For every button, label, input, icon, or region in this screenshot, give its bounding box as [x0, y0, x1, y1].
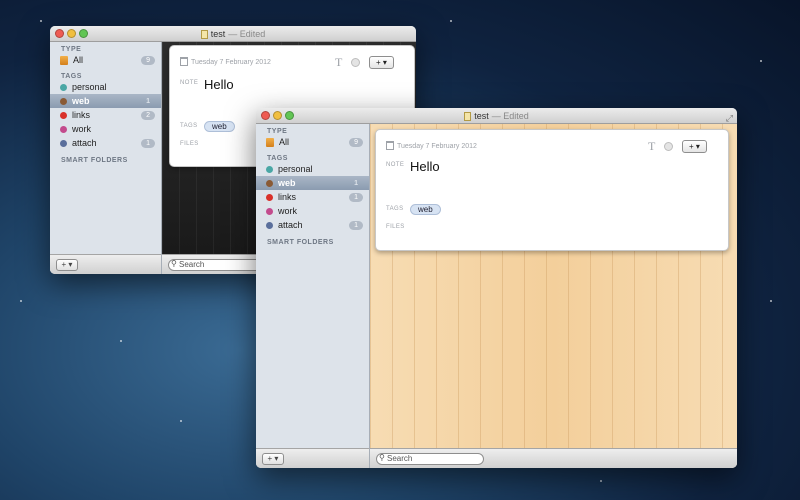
files-label: FILES — [386, 224, 405, 230]
front-titlebar[interactable]: test — Edited ⤢ — [256, 108, 737, 124]
color-icon[interactable] — [664, 142, 673, 151]
zoom-button[interactable] — [285, 111, 294, 120]
add-button[interactable]: + ▾ — [56, 259, 78, 271]
count-badge: 1 — [141, 138, 155, 148]
window-title: test — Edited — [200, 26, 265, 42]
star — [450, 20, 452, 22]
sidebar-item-web[interactable]: web 1 — [50, 94, 161, 108]
note-label: NOTE — [180, 80, 199, 86]
note-label: NOTE — [386, 162, 405, 168]
close-button[interactable] — [261, 111, 270, 120]
count-badge: 9 — [349, 137, 363, 147]
back-titlebar[interactable]: test — Edited — [50, 26, 416, 42]
minimize-button[interactable] — [67, 29, 76, 38]
text-format-icon[interactable]: T — [335, 55, 342, 70]
sidebar-item-web[interactable]: web 1 — [256, 176, 369, 190]
tag-color-icon — [60, 111, 67, 119]
calendar-icon — [386, 141, 394, 150]
note-text[interactable]: Hello — [410, 159, 440, 174]
back-sidebar: TYPE All 9 TAGS personal web 1 links 2 w… — [50, 42, 162, 274]
star — [770, 300, 772, 302]
tags-header: TAGS — [267, 155, 288, 162]
minimize-button[interactable] — [273, 111, 282, 120]
color-icon[interactable] — [351, 58, 360, 67]
star — [20, 300, 22, 302]
sidebar-footer: + ▾ — [256, 448, 369, 468]
search-icon: ⚲ — [379, 453, 385, 462]
count-badge: 1 — [349, 220, 363, 230]
sidebar-item-personal[interactable]: personal — [256, 162, 369, 176]
front-content: Tuesday 7 February 2012 T + ▾ NOTE Hello… — [370, 124, 737, 468]
note-text[interactable]: Hello — [204, 77, 234, 92]
files-label: FILES — [180, 141, 199, 147]
window-title: test — Edited — [464, 108, 529, 124]
search-icon: ⚲ — [171, 259, 177, 268]
front-window: test — Edited ⤢ TYPE All 9 TAGS personal… — [256, 108, 737, 468]
sidebar-item-personal[interactable]: personal — [50, 80, 161, 94]
tag-color-icon — [60, 97, 67, 105]
type-header: TYPE — [267, 128, 288, 135]
sidebar-item-all[interactable]: All 9 — [50, 53, 161, 67]
star — [180, 420, 182, 422]
sidebar-item-all[interactable]: All 9 — [256, 135, 369, 149]
star — [120, 340, 122, 342]
star — [600, 480, 602, 482]
count-badge: 2 — [141, 110, 155, 120]
document-icon — [464, 111, 472, 121]
tag-color-icon — [266, 179, 273, 187]
tag-pill-web[interactable]: web — [204, 121, 235, 132]
note-card: Tuesday 7 February 2012 T + ▾ NOTE Hello… — [375, 129, 729, 251]
star — [760, 60, 762, 62]
smart-folders-header: SMART FOLDERS — [267, 239, 334, 246]
smart-folders-header: SMART FOLDERS — [61, 157, 128, 164]
tag-color-icon — [60, 139, 67, 147]
tags-label: TAGS — [180, 123, 198, 129]
tag-pill-web[interactable]: web — [410, 204, 441, 215]
document-icon — [200, 29, 208, 39]
sidebar-footer: + ▾ — [50, 254, 161, 274]
sidebar-item-links[interactable]: links 1 — [256, 190, 369, 204]
count-badge: 1 — [354, 179, 358, 187]
count-badge: 9 — [141, 55, 155, 65]
zoom-button[interactable] — [79, 29, 88, 38]
tag-color-icon — [60, 125, 67, 133]
count-badge: 1 — [349, 192, 363, 202]
search-input[interactable]: ⚲ Search — [376, 453, 484, 465]
front-sidebar: TYPE All 9 TAGS personal web 1 links 1 w… — [256, 124, 370, 468]
count-badge: 1 — [146, 97, 150, 105]
sidebar-item-attach[interactable]: attach 1 — [50, 136, 161, 150]
tag-color-icon — [266, 207, 273, 215]
star — [40, 20, 42, 22]
tag-color-icon — [60, 83, 67, 91]
all-notes-icon — [266, 137, 274, 147]
add-attachment-button[interactable]: + ▾ — [682, 140, 707, 153]
all-notes-icon — [60, 55, 68, 65]
tags-label: TAGS — [386, 206, 404, 212]
add-attachment-button[interactable]: + ▾ — [369, 56, 394, 69]
search-input[interactable]: ⚲ Search — [168, 259, 268, 271]
tag-color-icon — [266, 193, 273, 201]
tags-header: TAGS — [61, 73, 82, 80]
note-date: Tuesday 7 February 2012 — [191, 59, 271, 66]
sidebar-item-work[interactable]: work — [50, 122, 161, 136]
calendar-icon — [180, 57, 188, 66]
text-format-icon[interactable]: T — [648, 139, 655, 154]
close-button[interactable] — [55, 29, 64, 38]
add-button[interactable]: + ▾ — [262, 453, 284, 465]
note-date: Tuesday 7 February 2012 — [397, 143, 477, 150]
content-footer: ⚲ Search — [370, 448, 737, 468]
sidebar-item-links[interactable]: links 2 — [50, 108, 161, 122]
type-header: TYPE — [61, 46, 82, 53]
tag-color-icon — [266, 165, 273, 173]
sidebar-item-work[interactable]: work — [256, 204, 369, 218]
tag-color-icon — [266, 221, 273, 229]
sidebar-item-attach[interactable]: attach 1 — [256, 218, 369, 232]
